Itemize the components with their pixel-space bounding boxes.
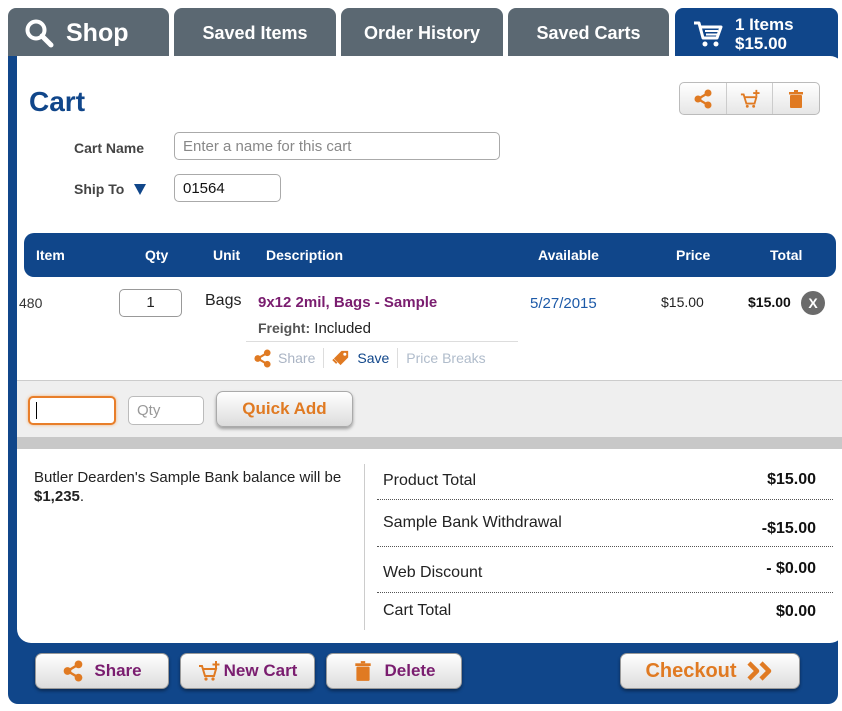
delete-button-label: Delete xyxy=(384,661,436,680)
row-price: $15.00 xyxy=(661,294,704,310)
cart-table-header: Item Qty Unit Description Available Pric… xyxy=(24,233,836,277)
header-unit: Unit xyxy=(213,247,241,263)
cart-action-group xyxy=(679,82,820,115)
cart-name-input[interactable] xyxy=(174,132,500,160)
row-share-label: Share xyxy=(278,350,316,366)
trash-icon xyxy=(355,661,372,681)
tab-saved-carts[interactable]: Saved Carts xyxy=(508,8,669,58)
new-cart-button-label: New Cart xyxy=(223,661,298,680)
row-total: $15.00 xyxy=(748,294,791,310)
bank-balance-amount: $1,235 xyxy=(34,488,80,505)
row-item-number: 480 xyxy=(19,295,43,311)
tab-cart-summary[interactable]: 1 Items $15.00 xyxy=(675,8,838,60)
row-available-date: 5/27/2015 xyxy=(530,295,597,312)
triangle-down-icon[interactable] xyxy=(134,183,147,195)
top-tabs: Shop Saved Items Order History Saved Car… xyxy=(8,8,838,60)
row-save-label: Save xyxy=(357,350,390,366)
double-chevron-right-icon xyxy=(746,661,771,681)
summary-product-total-value: $15.00 xyxy=(767,471,816,488)
bank-balance-end: . xyxy=(79,488,85,505)
tag-icon xyxy=(332,350,349,365)
tab-order-history-label: Order History xyxy=(363,22,481,43)
bank-balance-note: Butler Dearden's Sample Bank balance wil… xyxy=(34,468,354,506)
add-cart-icon xyxy=(198,661,220,681)
row-description-link[interactable]: 9x12 2mil, Bags - Sample xyxy=(258,294,437,311)
checkout-button-label: Checkout xyxy=(645,659,737,682)
row-save-button[interactable]: Save xyxy=(324,348,399,368)
cart-summary-text: 1 Items $15.00 xyxy=(735,15,794,53)
row-freight: Freight: Included xyxy=(258,320,371,337)
search-icon xyxy=(25,19,54,48)
summary-product-total-label: Product Total xyxy=(383,472,477,489)
cart-name-label: Cart Name xyxy=(74,140,145,156)
row-freight-label: Freight: xyxy=(258,320,311,336)
bank-balance-text: Butler Dearden's Sample Bank balance wil… xyxy=(34,469,342,486)
section-divider xyxy=(17,437,842,449)
ship-to-label[interactable]: Ship To xyxy=(74,181,147,197)
summary-divider xyxy=(364,464,365,630)
header-description: Description xyxy=(266,247,344,263)
share-icon xyxy=(64,660,83,682)
new-cart-button[interactable]: New Cart xyxy=(180,653,315,689)
summary-bank-withdrawal-label: Sample Bank Withdrawal xyxy=(383,514,562,531)
row-divider xyxy=(246,341,518,342)
row-share-button[interactable]: Share xyxy=(253,348,325,368)
add-cart-icon xyxy=(740,89,760,108)
header-available: Available xyxy=(538,247,599,263)
share-icon xyxy=(694,89,712,108)
quick-add-item-input[interactable] xyxy=(28,396,116,425)
text-caret xyxy=(36,402,37,419)
trash-icon xyxy=(789,89,804,108)
tab-saved-carts-label: Saved Carts xyxy=(536,22,641,43)
summary-web-discount-label: Web Discount xyxy=(383,564,483,581)
tab-saved-items-label: Saved Items xyxy=(202,22,308,43)
tab-shop-label: Shop xyxy=(66,18,129,47)
cart-panel: Cart Cart Name Enter a name for this car… xyxy=(17,56,842,643)
delete-cart-icon-button[interactable] xyxy=(773,83,819,114)
tab-saved-items[interactable]: Saved Items xyxy=(174,8,336,58)
summary-bank-withdrawal-value: -$15.00 xyxy=(761,520,816,537)
share-icon xyxy=(254,348,271,368)
quick-add-bar: Quick Add xyxy=(17,380,842,437)
row-actions: Share Save Price Breaks xyxy=(253,348,494,368)
row-price-breaks-label: Price Breaks xyxy=(406,350,486,366)
quick-add-button[interactable]: Quick Add xyxy=(216,391,353,427)
summary-row-divider xyxy=(377,546,833,547)
row-unit: Bags xyxy=(205,292,242,309)
ship-to-input[interactable] xyxy=(174,174,281,202)
page-title: Cart xyxy=(29,86,86,117)
summary-cart-total-value: $0.00 xyxy=(775,603,816,620)
share-button[interactable]: Share xyxy=(35,653,169,689)
row-freight-value: Included xyxy=(314,320,371,337)
summary-cart-total-label: Cart Total xyxy=(383,602,452,619)
cart-item-count: 1 Items xyxy=(735,15,794,34)
row-price-breaks-link[interactable]: Price Breaks xyxy=(398,348,493,368)
summary-web-discount-value: - $0.00 xyxy=(766,560,816,577)
remove-item-button[interactable]: X xyxy=(801,291,825,315)
ship-to-label-text: Ship To xyxy=(74,181,125,197)
share-cart-button[interactable] xyxy=(680,83,727,114)
new-cart-icon-button[interactable] xyxy=(727,83,774,114)
tab-order-history[interactable]: Order History xyxy=(341,8,503,58)
share-button-label: Share xyxy=(94,661,142,680)
header-qty: Qty xyxy=(145,247,169,263)
delete-button[interactable]: Delete xyxy=(326,653,462,689)
row-qty-input[interactable]: 1 xyxy=(119,289,182,317)
summary-row-divider xyxy=(377,592,833,593)
cart-frame: Cart Cart Name Enter a name for this car… xyxy=(8,56,842,704)
tab-shop[interactable]: Shop xyxy=(8,8,169,58)
header-total: Total xyxy=(770,247,803,263)
cart-icon xyxy=(694,21,723,47)
header-price: Price xyxy=(676,247,711,263)
summary-row-divider xyxy=(377,499,833,500)
checkout-button[interactable]: Checkout xyxy=(620,653,800,689)
quick-add-qty-input[interactable] xyxy=(128,396,204,425)
cart-amount: $15.00 xyxy=(735,34,787,53)
header-item: Item xyxy=(36,247,65,263)
